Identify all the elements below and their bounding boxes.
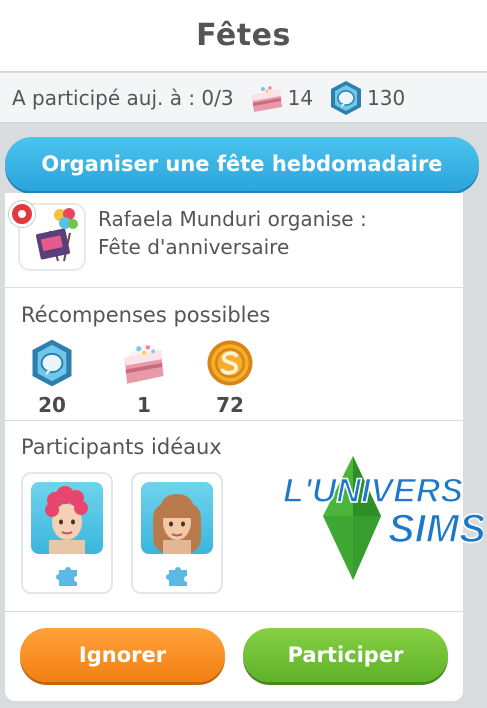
simoleon-coin-icon (207, 340, 253, 386)
reward-cake: 1 (114, 337, 174, 417)
puzzle-icon (56, 567, 77, 586)
sim-avatar-icon (45, 486, 88, 554)
notification-badge (9, 201, 35, 227)
social-points-value: 130 (367, 85, 406, 110)
party-card: Rafaela Munduri organise : Fête d'annive… (5, 193, 463, 701)
cake-icon (124, 343, 164, 384)
party-host-line: Rafaela Munduri organise : (98, 207, 367, 231)
party-invitation[interactable]: Rafaela Munduri organise : Fête d'annive… (5, 193, 463, 287)
ignore-button[interactable]: Ignorer (20, 628, 225, 682)
reward-value: 1 (137, 393, 151, 417)
participation-status: A participé auj. à : 0/3 (12, 85, 234, 110)
rewards-title: Récompenses possibles (21, 303, 271, 327)
reward-value: 72 (216, 393, 244, 417)
divider (5, 611, 463, 612)
social-points-counter: 130 (327, 79, 405, 117)
social-points-icon (32, 339, 72, 387)
header: Fêtes (0, 0, 487, 72)
sim-avatar-icon (153, 494, 201, 554)
divider (5, 287, 463, 288)
divider (5, 420, 463, 421)
cake-counter: 14 (248, 81, 313, 115)
reward-simoleons: 72 (200, 337, 260, 417)
page-title: Fêtes (196, 18, 291, 53)
social-points-icon (331, 80, 362, 115)
participant-card[interactable] (21, 472, 113, 594)
party-type-line: Fête d'anniversaire (98, 235, 290, 259)
status-bar: A participé auj. à : 0/3 14 130 (0, 73, 487, 123)
puzzle-icon (166, 567, 187, 586)
participants-title: Participants idéaux (21, 435, 222, 459)
cake-icon (251, 84, 282, 112)
participate-button[interactable]: Participer (243, 628, 448, 682)
watermark-logo: L'UNIVERS SIMS (283, 450, 483, 590)
reward-social-points: 20 (22, 337, 82, 417)
organize-weekly-party-button[interactable]: Organiser une fête hebdomadaire (5, 137, 479, 191)
reward-value: 20 (38, 393, 66, 417)
sim-portrait (31, 482, 103, 554)
participant-card[interactable] (131, 472, 223, 594)
party-description: Rafaela Munduri organise : Fête d'annive… (98, 205, 458, 261)
organize-button-label: Organiser une fête hebdomadaire (41, 152, 443, 176)
svg-text:L'UNIVERS: L'UNIVERS (283, 472, 463, 510)
sim-portrait (141, 482, 213, 554)
plumbob-icon: L'UNIVERS SIMS (283, 456, 483, 580)
cake-count: 14 (287, 85, 314, 110)
svg-text:SIMS: SIMS (388, 507, 483, 551)
